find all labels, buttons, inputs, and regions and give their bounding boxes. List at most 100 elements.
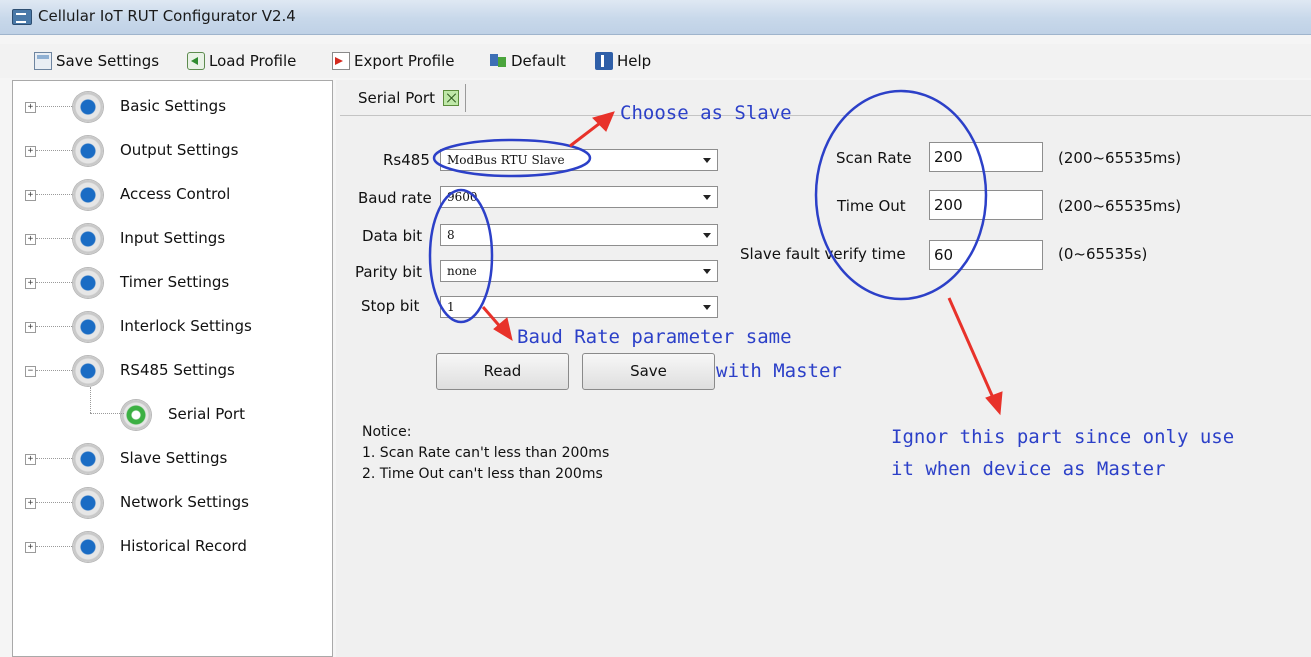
rs485-value: ModBus RTU Slave (447, 153, 565, 167)
chevron-down-icon (703, 195, 711, 200)
tree-item-label: Basic Settings (120, 97, 227, 115)
save-settings-button[interactable]: Save Settings (34, 50, 159, 72)
default-icon (489, 52, 507, 70)
time-out-label: Time Out (837, 197, 906, 215)
tree-item-label: Network Settings (120, 493, 249, 511)
notice-line-1: 1. Scan Rate can't less than 200ms (362, 445, 610, 461)
tab-label: Serial Port (358, 89, 435, 107)
time-out-range: (200~65535ms) (1058, 197, 1182, 215)
gear-icon (73, 224, 103, 254)
save-icon (34, 52, 52, 70)
slave-fault-verify-time-range: (0~65535s) (1058, 245, 1148, 263)
annotation-choose-slave: Choose as Slave (620, 102, 792, 124)
default-button[interactable]: Default (489, 50, 566, 72)
stop-bit-value: 1 (447, 300, 455, 314)
gear-icon (73, 92, 103, 122)
help-label: Help (617, 52, 652, 70)
parity-bit-value: none (447, 264, 477, 278)
tree-item-serial-port[interactable]: Serial Port (13, 397, 332, 431)
notice-line-2: 2. Time Out can't less than 200ms (362, 466, 603, 482)
scan-rate-range: (200~65535ms) (1058, 149, 1182, 167)
data-bit-select[interactable]: 8 (440, 224, 718, 246)
tree-item-slave-settings[interactable]: + Slave Settings (13, 441, 332, 475)
tree-item-label: Timer Settings (120, 273, 230, 291)
toolbar: Save Settings Load Profile Export Profil… (0, 44, 1311, 78)
tree-item-network-settings[interactable]: + Network Settings (13, 485, 332, 519)
default-label: Default (511, 52, 566, 70)
export-profile-label: Export Profile (354, 52, 455, 70)
export-profile-button[interactable]: Export Profile (332, 50, 455, 72)
tree-item-access-control[interactable]: + Access Control (13, 177, 332, 211)
tree-item-output-settings[interactable]: + Output Settings (13, 133, 332, 167)
chevron-down-icon (703, 269, 711, 274)
expand-icon[interactable]: + (25, 322, 36, 333)
app-icon (12, 9, 32, 25)
gear-icon (73, 136, 103, 166)
stop-bit-label: Stop bit (361, 297, 420, 315)
parity-bit-select[interactable]: none (440, 260, 718, 282)
help-icon (595, 52, 613, 70)
data-bit-label: Data bit (362, 227, 423, 245)
notice-title: Notice: (362, 424, 412, 440)
rs485-label: Rs485 (383, 151, 430, 169)
tree-item-input-settings[interactable]: + Input Settings (13, 221, 332, 255)
annotation-baud-line-1: Baud Rate parameter same (517, 326, 792, 348)
tree-item-interlock-settings[interactable]: + Interlock Settings (13, 309, 332, 343)
tab-serial-port[interactable]: Serial Port (358, 84, 466, 112)
gear-icon (73, 180, 103, 210)
expand-icon[interactable]: + (25, 542, 36, 553)
annotation-baud-line-2: with Master (716, 360, 842, 382)
time-out-input[interactable]: 200 (929, 190, 1043, 220)
tree-item-basic-settings[interactable]: + Basic Settings (13, 89, 332, 123)
save-settings-label: Save Settings (56, 52, 160, 70)
data-bit-value: 8 (447, 228, 455, 242)
expand-icon[interactable]: + (25, 234, 36, 245)
rs485-select[interactable]: ModBus RTU Slave (440, 149, 718, 171)
slave-fault-verify-time-input[interactable]: 60 (929, 240, 1043, 270)
scan-rate-input[interactable]: 200 (929, 142, 1043, 172)
tree-item-label: Interlock Settings (120, 317, 252, 335)
baud-rate-label: Baud rate (358, 189, 432, 207)
annotation-ignore-line-2: it when device as Master (891, 458, 1166, 480)
expand-icon[interactable]: + (25, 190, 36, 201)
read-button[interactable]: Read (436, 353, 569, 390)
tree-item-label: Historical Record (120, 537, 247, 555)
tree-item-rs485-settings[interactable]: − RS485 Settings (13, 353, 332, 387)
gear-icon (73, 312, 103, 342)
gear-icon (73, 356, 103, 386)
stop-bit-select[interactable]: 1 (440, 296, 718, 318)
chevron-down-icon (703, 233, 711, 238)
baud-rate-value: 9600 (447, 190, 478, 204)
load-profile-label: Load Profile (209, 52, 297, 70)
baud-rate-select[interactable]: 9600 (440, 186, 718, 208)
title-bar: Cellular IoT RUT Configurator V2.4 (0, 0, 1311, 35)
tree-item-label: Access Control (120, 185, 231, 203)
expand-icon[interactable]: + (25, 454, 36, 465)
tree-item-label: Output Settings (120, 141, 239, 159)
chevron-down-icon (703, 305, 711, 310)
tree-item-label: RS485 Settings (120, 361, 235, 379)
load-icon (187, 52, 205, 70)
tree-item-label: Serial Port (168, 405, 245, 423)
expand-icon[interactable]: + (25, 278, 36, 289)
tree-item-label: Input Settings (120, 229, 226, 247)
load-profile-button[interactable]: Load Profile (187, 50, 296, 72)
expand-icon[interactable]: + (25, 146, 36, 157)
tree-item-timer-settings[interactable]: + Timer Settings (13, 265, 332, 299)
collapse-icon[interactable]: − (25, 366, 36, 377)
notice-block: Notice: 1. Scan Rate can't less than 200… (362, 422, 609, 485)
annotation-ignore-line-1: Ignor this part since only use (891, 426, 1235, 448)
slave-fault-verify-time-label: Slave fault verify time (740, 245, 906, 263)
tree-item-historical-record[interactable]: + Historical Record (13, 529, 332, 563)
settings-tree: + Basic Settings + Output Settings + Acc… (12, 80, 333, 657)
parity-bit-label: Parity bit (355, 263, 422, 281)
scan-rate-label: Scan Rate (836, 149, 912, 167)
expand-icon[interactable]: + (25, 102, 36, 113)
close-icon[interactable] (442, 90, 459, 106)
help-button[interactable]: Help (595, 50, 651, 72)
gear-icon (73, 444, 103, 474)
save-button[interactable]: Save (582, 353, 715, 390)
expand-icon[interactable]: + (25, 498, 36, 509)
chevron-down-icon (703, 158, 711, 163)
gear-icon (73, 268, 103, 298)
